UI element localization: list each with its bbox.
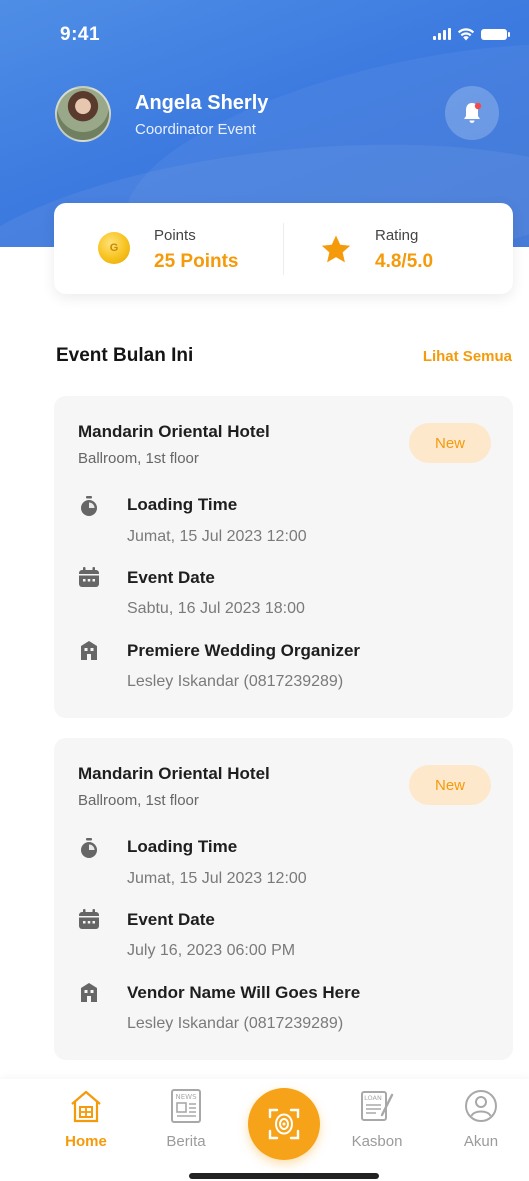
home-icon bbox=[71, 1090, 101, 1123]
loan-document-icon: LOAN bbox=[361, 1091, 394, 1121]
event-date-label: Event Date bbox=[127, 910, 215, 929]
status-badge: New bbox=[409, 765, 491, 805]
signal-icon bbox=[433, 28, 451, 40]
event-location: Ballroom, 1st floor bbox=[78, 450, 199, 467]
svg-text:LOAN: LOAN bbox=[364, 1094, 382, 1102]
svg-text:NEWS: NEWS bbox=[175, 1093, 197, 1101]
points-label: Points bbox=[154, 227, 196, 244]
bell-icon bbox=[464, 102, 482, 123]
vendor-contact: Lesley Iskandar (0817239289) bbox=[127, 1015, 344, 1032]
loading-time-value: Jumat, 15 Jul 2023 12:00 bbox=[127, 870, 307, 887]
home-indicator bbox=[189, 1173, 379, 1179]
notification-button[interactable] bbox=[445, 86, 499, 140]
profile-name: Angela Sherly bbox=[135, 92, 269, 114]
calendar-icon bbox=[79, 567, 99, 587]
nav-label-news: Berita bbox=[166, 1133, 206, 1150]
calendar-icon bbox=[79, 909, 99, 929]
section-title: Event Bulan Ini bbox=[56, 345, 194, 366]
loading-time-label: Loading Time bbox=[127, 837, 238, 856]
status-bar: 9:41 bbox=[0, 0, 529, 60]
vendor-name: Premiere Wedding Organizer bbox=[127, 641, 361, 660]
status-badge: New bbox=[409, 423, 491, 463]
nav-item-cash-advance[interactable]: LOAN Kasbon bbox=[337, 1087, 417, 1150]
stopwatch-icon bbox=[81, 496, 97, 516]
nav-item-news[interactable]: NEWS Berita bbox=[146, 1087, 226, 1150]
stopwatch-icon bbox=[81, 838, 97, 858]
see-all-link[interactable]: Lihat Semua bbox=[423, 348, 512, 365]
event-location: Ballroom, 1st floor bbox=[78, 792, 199, 809]
rating-label: Rating bbox=[375, 227, 419, 244]
nav-item-home[interactable]: Home bbox=[46, 1087, 126, 1150]
star-icon bbox=[321, 235, 351, 263]
event-card[interactable]: Mandarin Oriental Hotel Ballroom, 1st fl… bbox=[54, 738, 513, 1060]
event-date-value: July 16, 2023 06:00 PM bbox=[127, 942, 296, 959]
rating-value: 4.8/5.0 bbox=[375, 251, 434, 272]
user-icon bbox=[465, 1090, 497, 1122]
status-time: 9:41 bbox=[60, 24, 101, 45]
face-scan-icon bbox=[268, 1108, 300, 1140]
loading-time-label: Loading Time bbox=[127, 495, 238, 514]
newspaper-icon: NEWS bbox=[171, 1089, 201, 1123]
points-value: 25 Points bbox=[154, 251, 239, 272]
coin-icon: G bbox=[98, 232, 130, 264]
event-date-label: Event Date bbox=[127, 568, 215, 587]
nav-label-home: Home bbox=[65, 1133, 107, 1150]
status-icons bbox=[433, 27, 510, 41]
event-date-value: Sabtu, 16 Jul 2023 18:00 bbox=[127, 600, 305, 617]
event-card[interactable]: Mandarin Oriental Hotel Ballroom, 1st fl… bbox=[54, 396, 513, 718]
nav-label-cash-advance: Kasbon bbox=[351, 1133, 403, 1150]
building-icon bbox=[81, 641, 97, 660]
vendor-contact: Lesley Iskandar (0817239289) bbox=[127, 673, 344, 690]
event-venue: Mandarin Oriental Hotel bbox=[78, 422, 270, 441]
nav-item-account[interactable]: Akun bbox=[441, 1087, 521, 1150]
wifi-icon bbox=[457, 28, 475, 41]
vendor-name: Vendor Name Will Goes Here bbox=[127, 983, 361, 1002]
stats-divider bbox=[283, 223, 284, 275]
stats-card: G Points 25 Points Rating 4.8/5.0 bbox=[54, 203, 513, 294]
scan-button[interactable] bbox=[248, 1088, 320, 1160]
nav-label-account: Akun bbox=[463, 1133, 499, 1150]
profile-role: Coordinator Event bbox=[135, 121, 256, 138]
avatar[interactable] bbox=[55, 86, 111, 142]
building-icon bbox=[81, 983, 97, 1002]
loading-time-value: Jumat, 15 Jul 2023 12:00 bbox=[127, 528, 307, 545]
event-venue: Mandarin Oriental Hotel bbox=[78, 764, 270, 783]
battery-icon bbox=[481, 28, 510, 40]
bottom-navigation: Home NEWS Berita LOAN Kasbon Akun bbox=[0, 1079, 529, 1181]
